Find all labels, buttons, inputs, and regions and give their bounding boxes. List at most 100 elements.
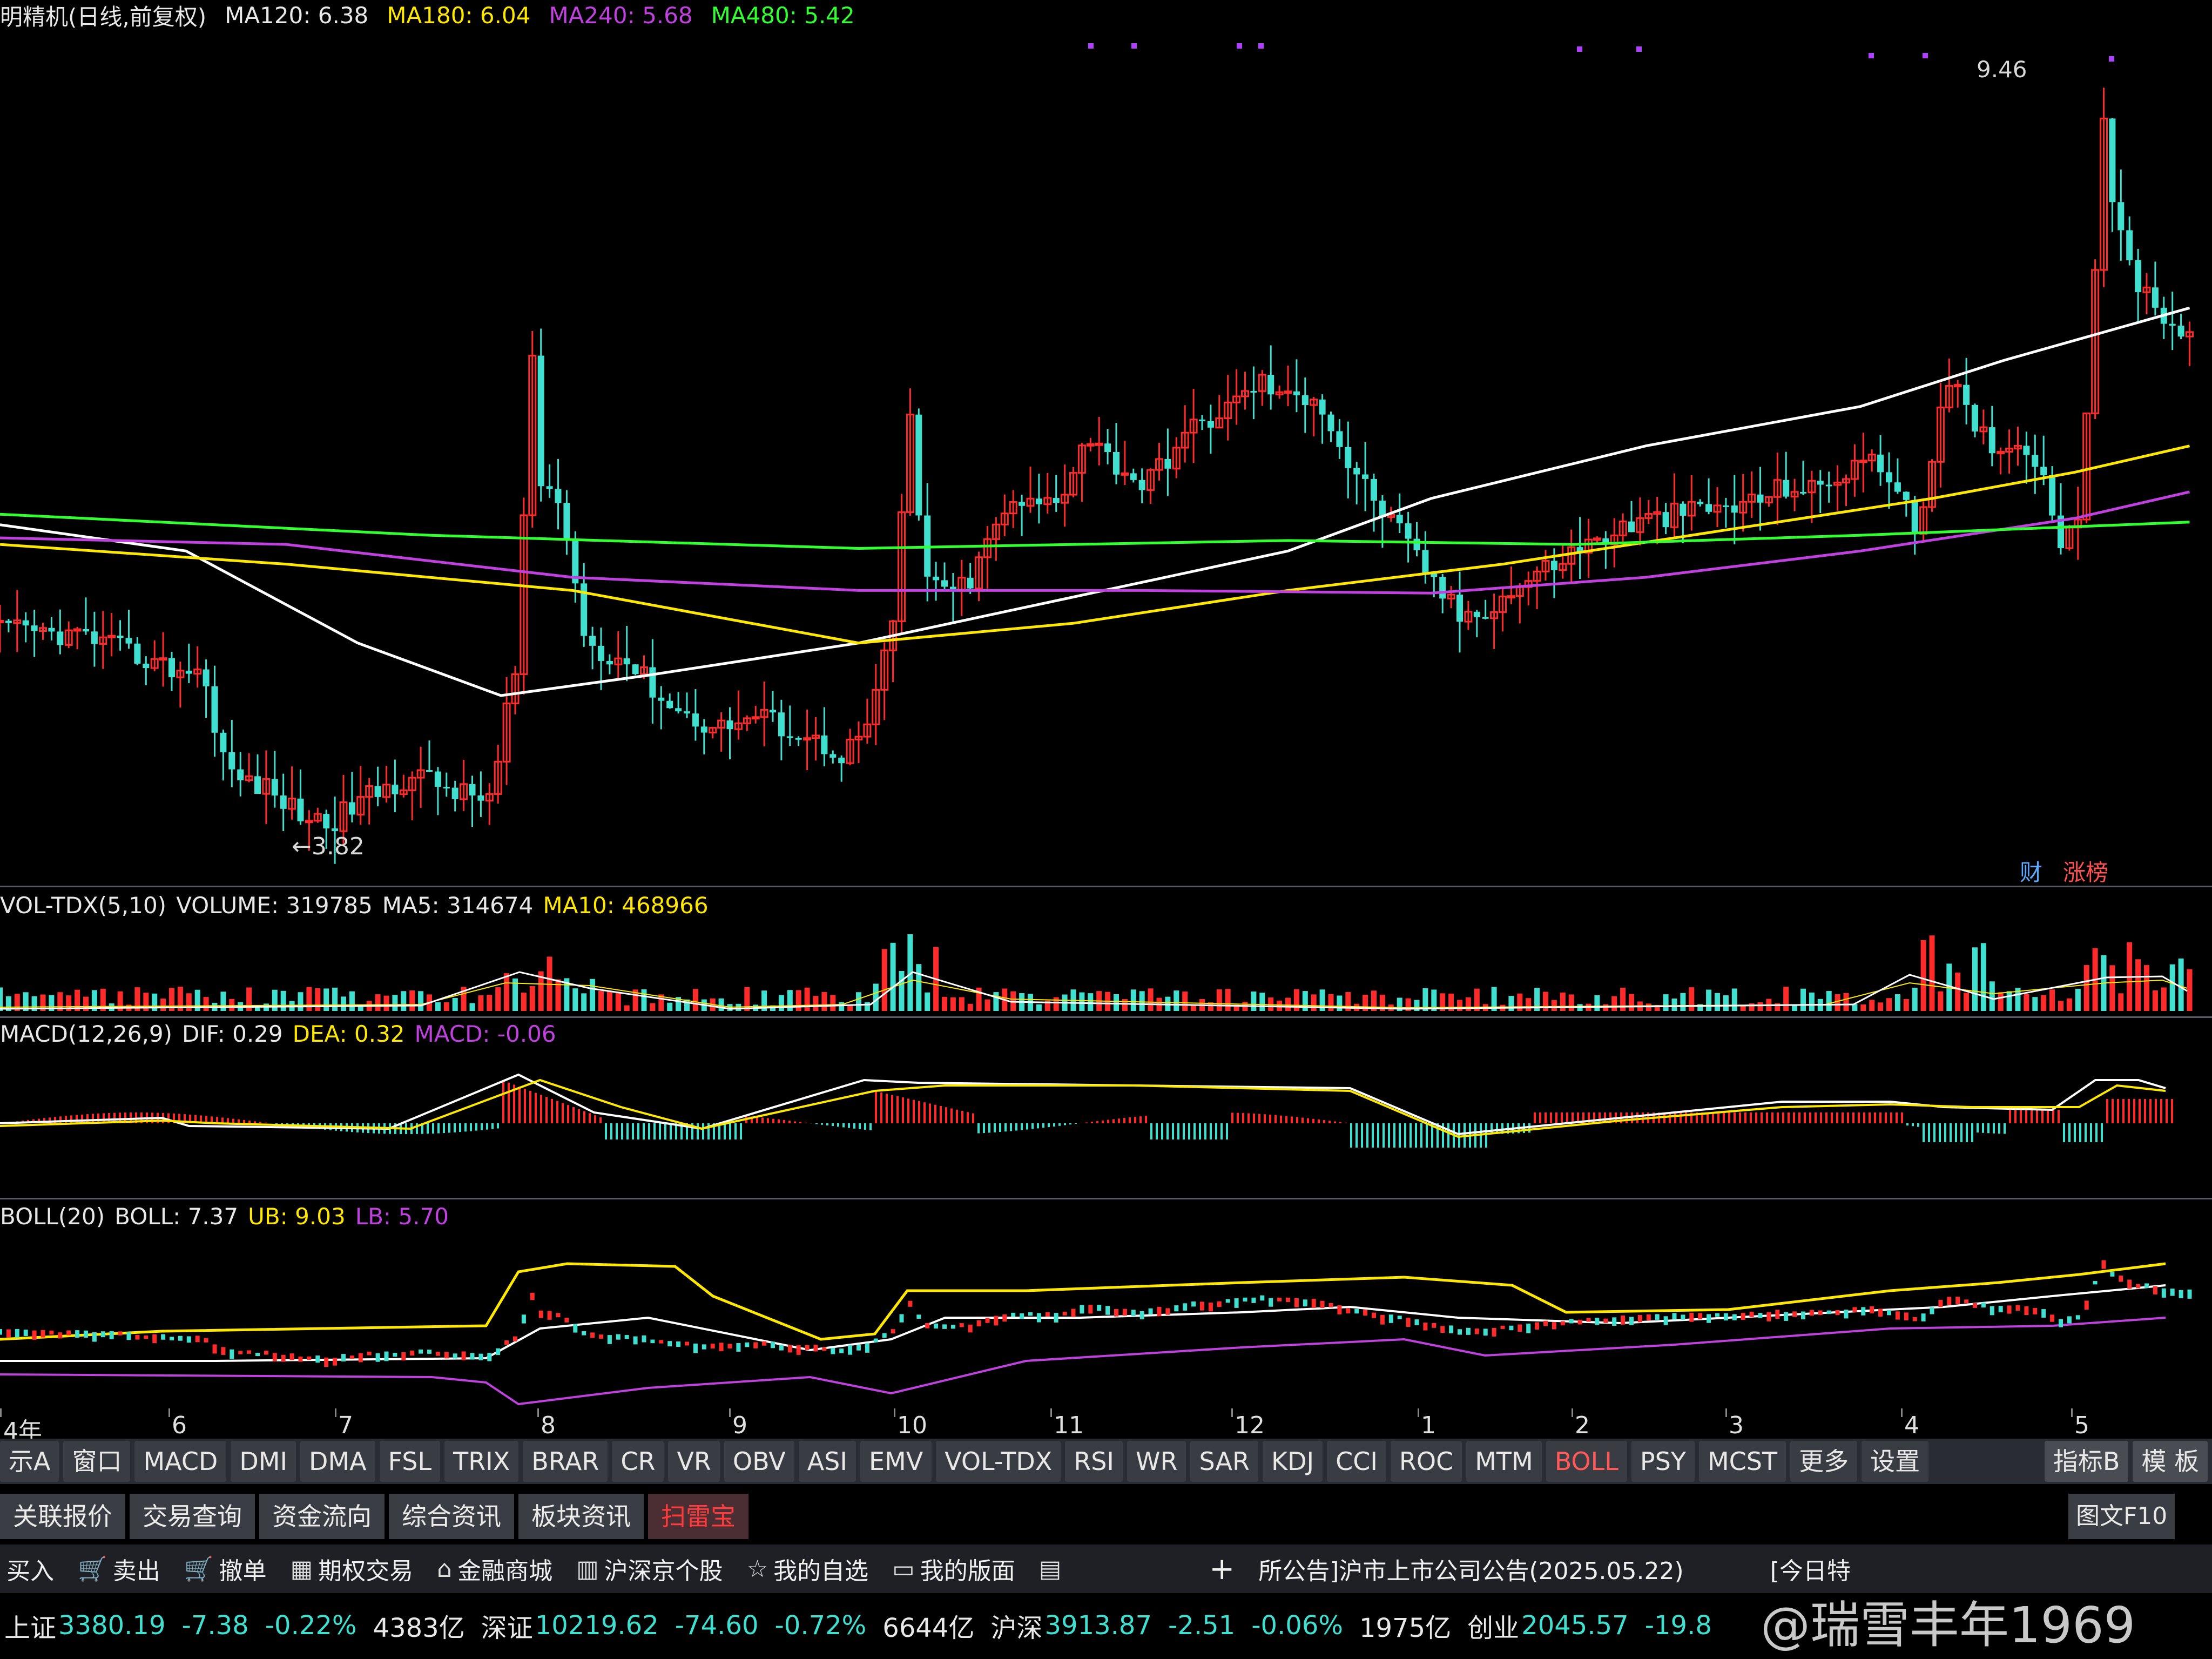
- subtab-sector-news[interactable]: 板块资讯: [518, 1494, 644, 1539]
- options-trade-button[interactable]: ▦ 期权交易: [291, 1552, 414, 1586]
- boll-candle: [375, 1353, 380, 1362]
- indicator-tab-8[interactable]: CR: [612, 1441, 664, 1482]
- announcement-ticker[interactable]: 所公告]沪市上市公司公告(2025.05.22): [1258, 1552, 1683, 1586]
- indicator-tab-15[interactable]: WR: [1127, 1441, 1186, 1482]
- f10-tab[interactable]: 图文F10: [2068, 1494, 2175, 1539]
- my-layout-button[interactable]: ▭ 我的版面: [892, 1552, 1015, 1586]
- indicator-tab-1[interactable]: 窗口: [63, 1441, 131, 1482]
- buy-button[interactable]: 买入: [6, 1552, 54, 1586]
- candle-body: [1113, 452, 1120, 475]
- boll-candle: [427, 1350, 431, 1354]
- indicator-tab-3[interactable]: DMI: [231, 1441, 296, 1482]
- macd-bar: [1955, 1123, 1957, 1142]
- indicator-tab-0[interactable]: 示A: [0, 1441, 59, 1482]
- indicator-tab-11[interactable]: ASI: [798, 1441, 856, 1482]
- sell-button[interactable]: 🛒 卖出: [78, 1552, 160, 1586]
- macd-bar: [1782, 1112, 1784, 1123]
- indicator-tab-21[interactable]: BOLL: [1546, 1441, 1627, 1482]
- boll-candle: [1388, 1314, 1393, 1323]
- event-marker[interactable]: [2109, 56, 2114, 62]
- indicator-tab-22[interactable]: PSY: [1631, 1441, 1695, 1482]
- sz-index-name[interactable]: 深证: [481, 1607, 533, 1644]
- macd-bar: [1777, 1112, 1779, 1123]
- macd-chart[interactable]: [0, 1048, 2212, 1193]
- indicator-tab-9[interactable]: VR: [668, 1441, 720, 1482]
- macd-bar: [2079, 1123, 2081, 1142]
- hs-index-name[interactable]: 沪深: [990, 1607, 1042, 1644]
- boll-candle: [1835, 1310, 1840, 1316]
- indicator-tab-14[interactable]: RSI: [1065, 1441, 1123, 1482]
- boll-candle: [1397, 1316, 1402, 1319]
- indicator-tab-2[interactable]: MACD: [134, 1441, 227, 1482]
- my-watchlist-button[interactable]: ☆ 我的自选: [747, 1552, 868, 1586]
- volume-chart[interactable]: [0, 918, 2212, 1015]
- boll-candle: [58, 1332, 63, 1339]
- boll-candle: [513, 1336, 517, 1341]
- macd-bar: [934, 1104, 936, 1123]
- sh-index-name[interactable]: 上证: [4, 1607, 56, 1644]
- macd-bar: [1712, 1112, 1714, 1123]
- candle-body: [374, 786, 381, 797]
- ma240-line: [0, 490, 2190, 595]
- indicator-tab-20[interactable]: MTM: [1466, 1441, 1542, 1482]
- badge-zhangbang[interactable]: 涨榜: [2063, 854, 2108, 887]
- indicator-tab-12[interactable]: EMV: [860, 1441, 932, 1482]
- candle-body: [237, 769, 244, 780]
- event-marker[interactable]: [1923, 53, 1928, 58]
- boll-candle: [264, 1351, 268, 1355]
- volume-bar: [795, 990, 801, 1011]
- indicator-tab-10[interactable]: OBV: [724, 1441, 794, 1482]
- event-marker[interactable]: [1636, 46, 1642, 52]
- volume-bar: [641, 989, 647, 1011]
- indicator-tab-24[interactable]: 更多: [1790, 1441, 1858, 1482]
- event-marker[interactable]: [1258, 43, 1264, 49]
- subtab-trade-query[interactable]: 交易查询: [130, 1494, 255, 1539]
- indicator-tab-6[interactable]: TRIX: [444, 1441, 519, 1482]
- indicator-b-tab[interactable]: 指标B: [2044, 1441, 2129, 1482]
- macd-bar: [2036, 1110, 2038, 1123]
- indicator-tab-7[interactable]: BRAR: [523, 1441, 608, 1482]
- indicator-tab-18[interactable]: CCI: [1327, 1441, 1386, 1482]
- event-marker[interactable]: [1869, 53, 1874, 58]
- add-button[interactable]: +: [1209, 1552, 1235, 1587]
- event-marker[interactable]: [1577, 46, 1582, 52]
- cy-index-value: 2045.57: [1521, 1610, 1629, 1641]
- macd-bar: [243, 1120, 245, 1123]
- subtab-fund-flow[interactable]: 资金流向: [259, 1494, 385, 1539]
- candle-body: [803, 737, 812, 741]
- finance-mall-button[interactable]: ⌂ 金融商城: [437, 1552, 552, 1586]
- indicator-tab-bar: 示A 窗口 MACD DMI DMA FSL TRIX BRAR CR VR OBV ASI EMV VO…: [0, 1439, 2212, 1484]
- candlestick-chart[interactable]: [0, 32, 2212, 886]
- subtab-related-quote[interactable]: 关联报价: [0, 1494, 125, 1539]
- subtab-news[interactable]: 综合资讯: [389, 1494, 514, 1539]
- indicator-tab-19[interactable]: ROC: [1390, 1441, 1462, 1482]
- indicator-tab-13[interactable]: VOL-TDX: [936, 1441, 1061, 1482]
- indicator-tab-23[interactable]: MCST: [1698, 1441, 1786, 1482]
- cy-index-name[interactable]: 创业: [1467, 1607, 1519, 1644]
- indicator-tab-5[interactable]: FSL: [379, 1441, 441, 1482]
- subtab-mine-scan[interactable]: 扫雷宝: [648, 1494, 748, 1539]
- boll-chart[interactable]: [0, 1231, 2212, 1415]
- badge-cai[interactable]: 财: [2020, 854, 2042, 887]
- indicator-tab-16[interactable]: SAR: [1190, 1441, 1258, 1482]
- indicator-tab-17[interactable]: KDJ: [1262, 1441, 1323, 1482]
- doc-icon-button[interactable]: ▤: [1039, 1555, 1067, 1583]
- boll-candle: [710, 1344, 715, 1348]
- macd-bar: [1058, 1123, 1061, 1126]
- macd-bar: [1166, 1123, 1169, 1139]
- indicator-tab-4[interactable]: DMA: [300, 1441, 375, 1482]
- event-marker[interactable]: [1237, 43, 1242, 49]
- event-marker[interactable]: [1088, 43, 1094, 49]
- boll-candle: [1801, 1311, 1805, 1319]
- template-tab[interactable]: 模 板: [2133, 1441, 2208, 1482]
- stocks-button[interactable]: ▥ 沪深京个股: [576, 1552, 723, 1586]
- cancel-order-button[interactable]: 🛒 撤单: [184, 1552, 267, 1586]
- event-marker[interactable]: [1131, 43, 1137, 49]
- boll-candle: [289, 1353, 294, 1360]
- indicator-tab-25[interactable]: 设置: [1862, 1441, 1929, 1482]
- boll-candle: [272, 1353, 277, 1361]
- boll-candle: [702, 1344, 706, 1350]
- boll-candle: [968, 1324, 973, 1333]
- today-special[interactable]: [今日特: [1770, 1552, 1851, 1586]
- volume-bar: [959, 997, 965, 1011]
